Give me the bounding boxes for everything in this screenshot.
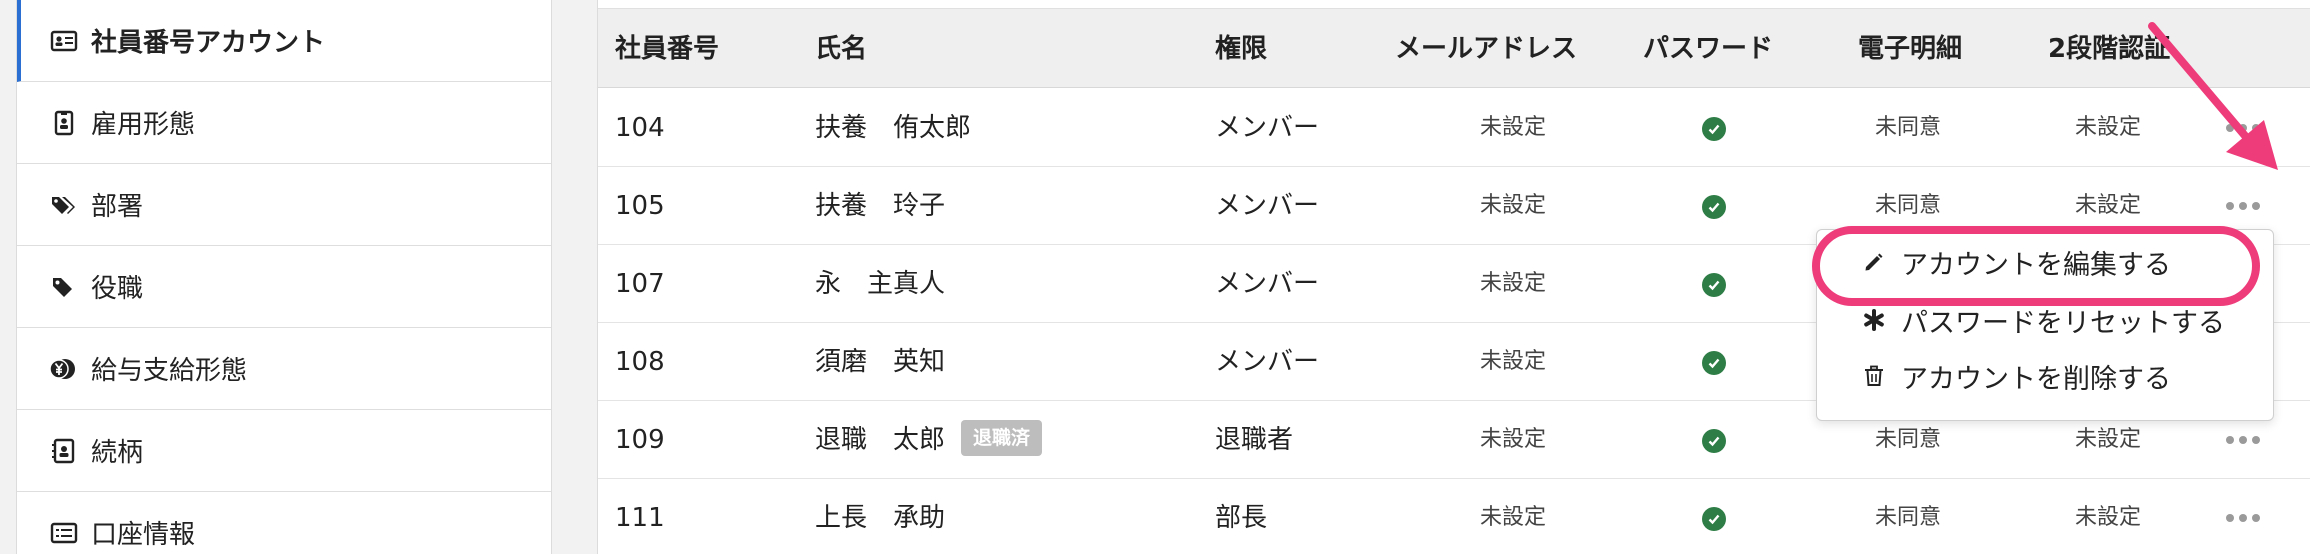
sidebar-item-employee-account[interactable]: 社員番号アカウント	[17, 0, 551, 82]
email-status: 未設定	[1479, 505, 1546, 530]
list-card-icon	[49, 518, 79, 548]
header-e-statement: 電子明細	[1858, 34, 1963, 64]
yen-coins-icon	[49, 354, 79, 384]
role: メンバー	[1215, 269, 1320, 299]
email-status: 未設定	[1479, 115, 1546, 140]
retired-badge: 退職済	[961, 419, 1043, 456]
sidebar-item-label: 役職	[91, 274, 144, 304]
email-status: 未設定	[1479, 271, 1546, 296]
e-statement-status: 未同意	[1874, 115, 1941, 140]
menu-item-label: パスワードをリセットする	[1901, 307, 2225, 339]
employee-no: 104	[615, 113, 665, 143]
table-row[interactable]: 111 上長 承助 部長 未設定 未同意 未設定	[598, 479, 2310, 554]
employee-name: 退職 太郎	[815, 425, 946, 455]
check-icon	[1702, 351, 1726, 375]
tag-icon	[49, 272, 79, 302]
header-employee-no: 社員番号	[615, 34, 720, 64]
sidebar-item-label: 口座情報	[91, 520, 196, 550]
employee-no: 105	[615, 191, 665, 221]
role: 退職者	[1215, 425, 1294, 455]
employee-no: 108	[615, 347, 665, 377]
delete-account-menu-item[interactable]: アカウントを削除する	[1817, 348, 2275, 404]
check-icon	[1702, 273, 1726, 297]
sidebar-item-position[interactable]: 役職	[17, 246, 551, 328]
employee-no: 111	[615, 503, 665, 533]
table-row[interactable]: 104 扶養 侑太郎 メンバー 未設定 未同意 未設定	[598, 89, 2310, 167]
trash-icon	[1861, 363, 1887, 389]
employee-no: 109	[615, 425, 665, 455]
role: メンバー	[1215, 347, 1320, 377]
row-menu-button[interactable]	[2226, 191, 2260, 221]
check-icon	[1702, 507, 1726, 531]
sidebar-item-bank-account[interactable]: 口座情報	[17, 492, 551, 554]
employee-name: 上長 承助	[815, 503, 946, 533]
sidebar-item-label: 続柄	[91, 438, 144, 468]
row-menu-button[interactable]	[2226, 503, 2260, 533]
pointer-arrow-icon	[2148, 22, 2278, 170]
employee-name: 扶養 玲子	[815, 191, 946, 221]
asterisk-icon	[1861, 307, 1887, 333]
table-header: 社員番号 氏名 権限 メールアドレス パスワード 電子明細 2段階認証	[598, 8, 2310, 88]
sidebar-item-relationship[interactable]: 続柄	[17, 410, 551, 492]
check-icon	[1702, 117, 1726, 141]
row-menu-button[interactable]	[2226, 425, 2260, 455]
sidebar-item-label: 部署	[91, 192, 144, 222]
check-icon	[1702, 195, 1726, 219]
badge-icon	[49, 108, 79, 138]
email-status: 未設定	[1479, 427, 1546, 452]
header-role: 権限	[1215, 34, 1268, 64]
sidebar-item-label: 雇用形態	[91, 110, 196, 140]
highlight-outline	[1812, 226, 2260, 306]
employee-no: 107	[615, 269, 665, 299]
header-name: 氏名	[815, 34, 868, 64]
employee-name: 永 主真人	[815, 269, 946, 299]
settings-sidebar: 社員番号アカウント 雇用形態 部署 役職 給与支給形態 続柄 口座情報	[16, 0, 552, 554]
employee-name: 須磨 英知	[815, 347, 946, 377]
email-status: 未設定	[1479, 193, 1546, 218]
e-statement-status: 未同意	[1874, 505, 1941, 530]
two-factor-status: 未設定	[2074, 505, 2141, 530]
role: メンバー	[1215, 113, 1320, 143]
employee-name-cell: 退職 太郎 退職済	[815, 401, 1043, 479]
header-password: パスワード	[1643, 34, 1774, 64]
sidebar-item-department[interactable]: 部署	[17, 164, 551, 246]
id-card-icon	[49, 26, 79, 56]
header-email: メールアドレス	[1395, 34, 1578, 64]
sidebar-item-label: 社員番号アカウント	[91, 28, 326, 58]
sidebar-item-employment-type[interactable]: 雇用形態	[17, 82, 551, 164]
sidebar-item-label: 給与支給形態	[91, 356, 248, 386]
role: 部長	[1215, 503, 1268, 533]
contact-book-icon	[49, 436, 79, 466]
role: メンバー	[1215, 191, 1320, 221]
check-icon	[1702, 429, 1726, 453]
tags-icon	[49, 190, 79, 220]
employee-name: 扶養 侑太郎	[815, 113, 972, 143]
sidebar-item-pay-type[interactable]: 給与支給形態	[17, 328, 551, 410]
email-status: 未設定	[1479, 349, 1546, 374]
menu-item-label: アカウントを削除する	[1901, 363, 2171, 395]
